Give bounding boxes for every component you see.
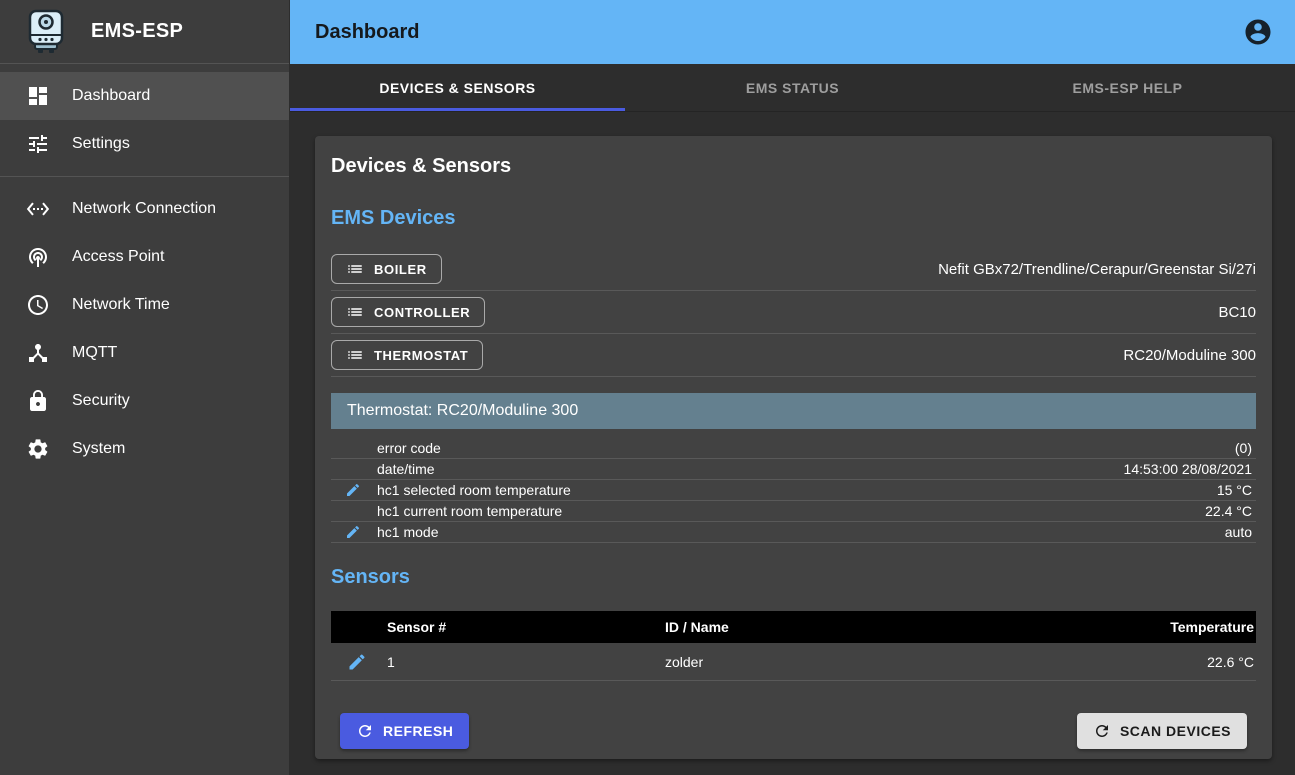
device-button-label: THERMOSTAT [374, 348, 468, 363]
device-button-label: BOILER [374, 262, 427, 277]
column-header-temperature: Temperature [1056, 619, 1256, 635]
column-header-sensor: Sensor # [387, 619, 665, 635]
table-row: hc1 selected room temperature 15 °C [331, 480, 1256, 501]
device-row-controller: CONTROLLER BC10 [331, 291, 1256, 334]
edit-pencil-icon[interactable] [345, 524, 361, 540]
row-label: hc1 mode [377, 524, 1225, 540]
sidebar-item-mqtt[interactable]: MQTT [0, 329, 289, 377]
list-icon [346, 260, 364, 278]
sensor-table: Sensor # ID / Name Temperature 1 zolder … [331, 611, 1256, 681]
account-circle-icon[interactable] [1243, 17, 1273, 47]
row-value: 14:53:00 28/08/2021 [1124, 461, 1256, 477]
sensor-name: zolder [665, 654, 1056, 670]
sidebar-item-label: System [72, 440, 125, 458]
tabbar: DEVICES & SENSORS EMS STATUS EMS-ESP HEL… [290, 64, 1295, 112]
device-hub-icon [26, 341, 50, 365]
table-row: date/time 14:53:00 28/08/2021 [331, 459, 1256, 480]
column-header-id-name: ID / Name [665, 619, 1056, 635]
edit-cell [331, 482, 377, 498]
clock-icon [26, 293, 50, 317]
sidebar-item-network-connection[interactable]: Network Connection [0, 185, 289, 233]
sensors-heading: Sensors [331, 563, 1256, 591]
row-value: auto [1225, 524, 1256, 540]
table-row: hc1 mode auto [331, 522, 1256, 543]
sidebar-item-settings[interactable]: Settings [0, 120, 289, 168]
table-row: 1 zolder 22.6 °C [331, 643, 1256, 681]
thermostat-button[interactable]: THERMOSTAT [331, 340, 483, 370]
sidebar-header: EMS-ESP [0, 0, 289, 64]
scan-devices-button[interactable]: SCAN DEVICES [1077, 713, 1247, 749]
ems-esp-app: EMS-ESP Dashboard Settings Network [0, 0, 1295, 775]
appbar: Dashboard [290, 0, 1295, 64]
actions-row: REFRESH SCAN DEVICES [331, 713, 1256, 749]
edit-cell [331, 652, 387, 672]
device-button-label: CONTROLLER [374, 305, 470, 320]
sensor-temperature: 22.6 °C [1056, 654, 1256, 670]
scan-devices-button-label: SCAN DEVICES [1120, 723, 1231, 739]
refresh-icon [1093, 722, 1111, 740]
sensor-number: 1 [387, 654, 665, 670]
edit-pencil-icon[interactable] [347, 652, 367, 672]
content: Devices & Sensors EMS Devices BOILER Nef… [290, 112, 1295, 775]
row-label: hc1 selected room temperature [377, 482, 1217, 498]
sidebar-item-system[interactable]: System [0, 425, 289, 473]
device-value: RC20/Moduline 300 [1123, 347, 1256, 364]
lock-icon [26, 389, 50, 413]
sidebar-item-access-point[interactable]: Access Point [0, 233, 289, 281]
controller-button[interactable]: CONTROLLER [331, 297, 485, 327]
main-area: Dashboard DEVICES & SENSORS EMS STATUS E… [290, 0, 1295, 775]
row-label: error code [377, 440, 1235, 456]
row-label: hc1 current room temperature [377, 503, 1205, 519]
tab-ems-esp-help[interactable]: EMS-ESP HELP [960, 64, 1295, 111]
device-row-thermostat: THERMOSTAT RC20/Moduline 300 [331, 334, 1256, 377]
refresh-icon [356, 722, 374, 740]
sidebar-item-label: MQTT [72, 344, 117, 362]
device-list: BOILER Nefit GBx72/Trendline/Cerapur/Gre… [331, 248, 1256, 377]
sidebar-item-label: Network Connection [72, 200, 216, 218]
list-icon [346, 346, 364, 364]
devices-sensors-card: Devices & Sensors EMS Devices BOILER Nef… [315, 136, 1272, 759]
device-value: BC10 [1218, 304, 1256, 321]
tab-ems-status[interactable]: EMS STATUS [625, 64, 960, 111]
tune-icon [26, 132, 50, 156]
gear-icon [26, 437, 50, 461]
ethernet-icon [26, 197, 50, 221]
sidebar-divider [0, 176, 289, 177]
app-title: EMS-ESP [91, 20, 183, 43]
card-title: Devices & Sensors [331, 152, 1256, 180]
ems-devices-heading: EMS Devices [331, 204, 1256, 232]
row-value: (0) [1235, 440, 1256, 456]
list-icon [346, 303, 364, 321]
sidebar-nav: Dashboard Settings Network Connection [0, 64, 289, 473]
table-row: error code (0) [331, 438, 1256, 459]
row-label: date/time [377, 461, 1124, 477]
page-title: Dashboard [315, 21, 1243, 44]
sidebar-item-label: Settings [72, 135, 130, 153]
sidebar-item-label: Access Point [72, 248, 164, 266]
sidebar-item-label: Dashboard [72, 87, 150, 105]
edit-cell [331, 524, 377, 540]
wifi-tethering-icon [26, 245, 50, 269]
sidebar-item-network-time[interactable]: Network Time [0, 281, 289, 329]
device-value: Nefit GBx72/Trendline/Cerapur/Greenstar … [938, 261, 1256, 278]
row-value: 22.4 °C [1205, 503, 1256, 519]
tab-devices-sensors[interactable]: DEVICES & SENSORS [290, 64, 625, 111]
thermostat-table: error code (0) date/time 14:53:00 28/08/… [331, 438, 1256, 543]
sensor-table-header: Sensor # ID / Name Temperature [331, 611, 1256, 643]
edit-pencil-icon[interactable] [345, 482, 361, 498]
sidebar-item-label: Network Time [72, 296, 170, 314]
sidebar-item-label: Security [72, 392, 130, 410]
device-row-boiler: BOILER Nefit GBx72/Trendline/Cerapur/Gre… [331, 248, 1256, 291]
sidebar-item-dashboard[interactable]: Dashboard [0, 72, 289, 120]
boiler-button[interactable]: BOILER [331, 254, 442, 284]
thermostat-panel-header: Thermostat: RC20/Moduline 300 [331, 393, 1256, 429]
table-row: hc1 current room temperature 22.4 °C [331, 501, 1256, 522]
boiler-icon [26, 9, 66, 55]
sidebar-item-security[interactable]: Security [0, 377, 289, 425]
row-value: 15 °C [1217, 482, 1256, 498]
refresh-button-label: REFRESH [383, 723, 453, 739]
sidebar: EMS-ESP Dashboard Settings Network [0, 0, 290, 775]
refresh-button[interactable]: REFRESH [340, 713, 469, 749]
dashboard-icon [26, 84, 50, 108]
